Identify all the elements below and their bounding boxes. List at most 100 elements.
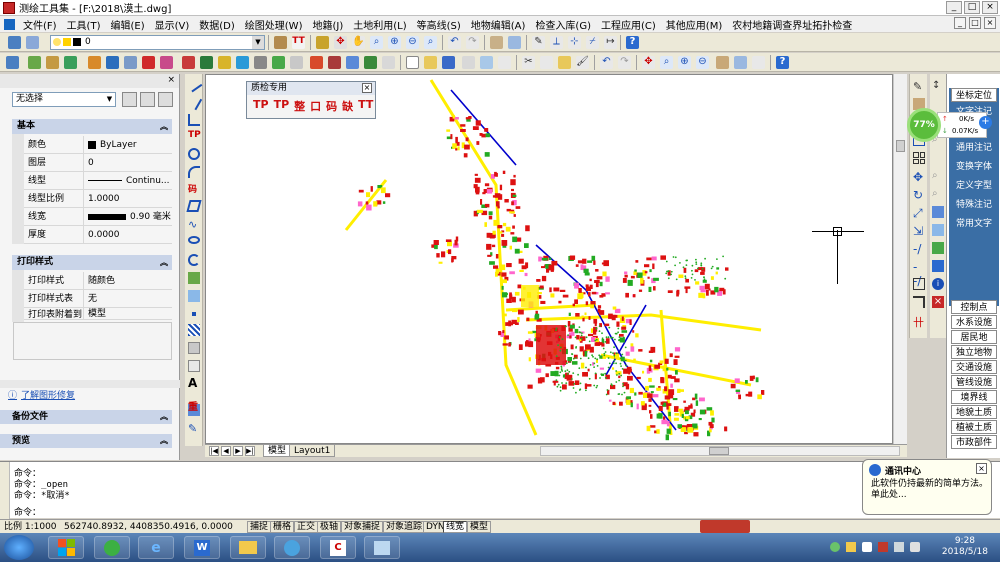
fill-icon[interactable] <box>88 56 101 69</box>
tool-palette-icon[interactable] <box>752 56 765 69</box>
menu-check[interactable]: 检查入库(G) <box>530 17 596 32</box>
insert-block-icon[interactable] <box>188 272 200 284</box>
next-tab-icon[interactable]: ▶ <box>233 446 243 456</box>
close-button[interactable]: × <box>982 1 998 14</box>
close-icon[interactable]: × <box>167 75 175 85</box>
section-plot-style[interactable]: 打印样式 ︽ <box>12 255 172 270</box>
tab-model[interactable]: 模型 <box>263 445 292 457</box>
menu-data[interactable]: 数据(D) <box>194 17 240 32</box>
text-icon[interactable]: A <box>188 376 200 390</box>
tray-icon-4[interactable] <box>878 542 888 552</box>
cadastre-icon[interactable] <box>182 56 195 69</box>
menu-land-use[interactable]: 土地利用(L) <box>348 17 411 32</box>
arc-icon[interactable] <box>188 166 200 178</box>
qc-whole-icon[interactable]: 整 <box>294 98 305 114</box>
rotate-icon[interactable]: ↻ <box>913 188 925 202</box>
contour-icon[interactable] <box>218 56 231 69</box>
layer-control-icon[interactable] <box>290 56 303 69</box>
first-tab-icon[interactable]: |◀ <box>209 446 219 456</box>
menu-file[interactable]: 文件(F) <box>18 17 62 32</box>
mdi-close-button[interactable]: × <box>984 17 996 29</box>
zoom-icon-3[interactable]: ⌕ <box>932 188 944 200</box>
pipeline-facility-button[interactable]: 管线设施 <box>951 375 997 389</box>
taskbar-qq-icon[interactable] <box>274 536 310 559</box>
trim-icon[interactable]: ⌿ <box>586 36 599 49</box>
copy-icon[interactable] <box>540 56 553 69</box>
water-icon[interactable] <box>236 56 249 69</box>
menu-view[interactable]: 显示(V) <box>150 17 195 32</box>
zoom-realtime-icon[interactable]: ⌕ <box>660 56 673 69</box>
stretch-icon[interactable]: ↦ <box>604 36 617 49</box>
prop-row-linetype[interactable]: 线型 Continu... <box>24 172 172 190</box>
define-font-button[interactable]: 定义字型 <box>951 179 997 193</box>
undo-icon[interactable]: ↶ <box>448 36 461 49</box>
residential-button[interactable]: 居民地 <box>951 330 997 344</box>
general-annotation-button[interactable]: 通用注记 <box>951 141 997 155</box>
toggle-snap[interactable]: 捕捉 <box>247 521 272 533</box>
layer-state-icon[interactable] <box>26 36 39 49</box>
quick-select-icon[interactable] <box>158 92 173 107</box>
make-block-icon[interactable] <box>188 290 200 302</box>
line-icon[interactable] <box>185 75 203 93</box>
zoom-previous-icon[interactable]: ⊕ <box>678 56 691 69</box>
erase-icon[interactable]: ✎ <box>913 80 925 93</box>
recovery-link[interactable]: ⓘ 了解图形修复 <box>8 388 75 401</box>
zoom-out-icon[interactable]: ⊖ <box>406 36 419 49</box>
pan-realtime-icon[interactable]: ✥ <box>642 56 655 69</box>
select-objects-icon[interactable] <box>140 92 155 107</box>
toggle-polar[interactable]: 极轴 <box>317 521 342 533</box>
layer-combo[interactable]: 0 ▼ <box>50 35 265 50</box>
ime-icon[interactable] <box>700 520 750 533</box>
parcel-icon[interactable] <box>64 56 77 69</box>
new-file-icon[interactable] <box>406 56 419 69</box>
qc-code-icon[interactable]: 码 <box>326 98 337 114</box>
tray-icon-3[interactable] <box>862 542 872 552</box>
scroll-thumb[interactable] <box>709 447 729 455</box>
close-icon[interactable]: × <box>976 463 987 474</box>
group-icon[interactable] <box>932 224 944 236</box>
palette-icon[interactable] <box>490 36 503 49</box>
field-icon[interactable] <box>272 56 285 69</box>
prev-tab-icon[interactable]: ◀ <box>221 446 231 456</box>
green-icon[interactable] <box>932 242 944 254</box>
chevron-down-icon[interactable]: ▼ <box>104 93 115 106</box>
change-font-button[interactable]: 变换字体 <box>951 160 997 174</box>
toggle-grid[interactable]: 栅格 <box>270 521 295 533</box>
spline-icon[interactable]: ∿ <box>188 218 200 231</box>
taskbar-wps-icon[interactable]: W <box>184 536 220 559</box>
taskbar-cass-icon[interactable]: C <box>320 536 356 559</box>
polyline-icon[interactable] <box>188 114 200 126</box>
collapse-icon[interactable]: ︽ <box>160 119 168 134</box>
building-icon[interactable] <box>310 56 323 69</box>
undo-icon-2[interactable]: ↶ <box>600 56 613 69</box>
tray-icon-2[interactable] <box>846 542 856 552</box>
notification-balloon[interactable]: 通讯中心 × 此软件仍持最新的简单方法。单此处... <box>862 459 992 515</box>
prop-row-layer[interactable]: 图层 0 <box>24 154 172 172</box>
point-icon[interactable] <box>142 56 155 69</box>
taskbar-360-icon[interactable] <box>94 536 130 559</box>
toggle-ortho[interactable]: 正交 <box>294 521 319 533</box>
tray-icon-1[interactable] <box>830 542 840 552</box>
rectangle-icon[interactable] <box>186 200 202 212</box>
taskbar-app-tiles-icon[interactable] <box>48 536 84 559</box>
point-icon[interactable] <box>192 312 196 316</box>
network-icon[interactable] <box>894 542 904 552</box>
menu-engineering[interactable]: 工程应用(C) <box>596 17 661 32</box>
menu-cadastre[interactable]: 地籍(J) <box>307 17 348 32</box>
publish-icon[interactable] <box>498 56 511 69</box>
ray-icon[interactable] <box>185 93 203 111</box>
mdi-minimize-button[interactable]: _ <box>954 17 966 29</box>
break-icon[interactable] <box>913 278 925 290</box>
table-icon[interactable] <box>124 56 137 69</box>
help-icon-2[interactable]: ? <box>776 56 789 69</box>
edit-icon[interactable]: ✎ <box>532 36 545 49</box>
help-icon[interactable]: ? <box>626 36 639 49</box>
section-preview[interactable]: 预览 ︽ <box>0 434 172 448</box>
polygon-icon[interactable] <box>46 56 59 69</box>
duplicate-icon[interactable]: 重 <box>188 398 200 413</box>
prop-row-plot-attach[interactable]: 打印表附着到 模型 <box>24 308 172 320</box>
check-icon[interactable] <box>382 56 395 69</box>
redo-icon[interactable]: ↷ <box>466 36 479 49</box>
toggle-lineweight[interactable]: 线宽 <box>443 521 468 533</box>
circle-icon[interactable] <box>188 148 200 160</box>
